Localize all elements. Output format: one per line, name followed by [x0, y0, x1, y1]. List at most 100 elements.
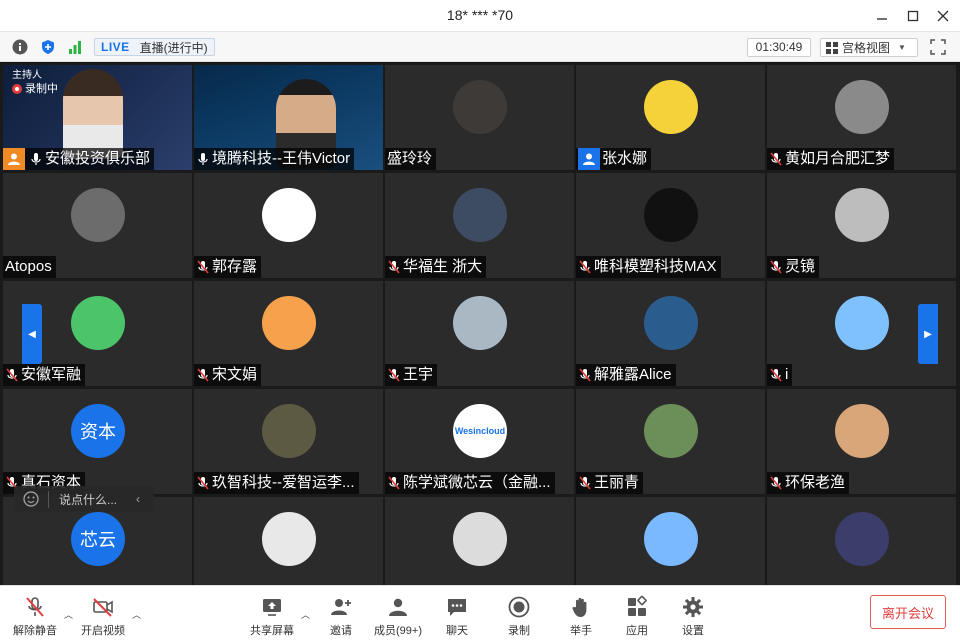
- participant-tile[interactable]: Atopos: [3, 173, 192, 278]
- chevron-left-icon: ◀: [28, 328, 36, 340]
- raise-hand-label: 举手: [570, 625, 592, 637]
- participant-name-bar: 环保老渔: [767, 472, 850, 494]
- participant-tile[interactable]: 盛玲玲: [385, 65, 574, 170]
- fullscreen-button[interactable]: [930, 39, 946, 55]
- participant-tile[interactable]: [385, 497, 574, 585]
- prev-page-button[interactable]: ◀: [22, 304, 42, 364]
- participant-tile[interactable]: 王宇: [385, 281, 574, 386]
- minimize-icon: [877, 18, 887, 20]
- participant-name: Atopos: [5, 258, 52, 275]
- participant-tile[interactable]: 环保老渔: [767, 389, 956, 494]
- apps-icon: [624, 594, 650, 620]
- participant-tile[interactable]: 黄如月合肥汇梦: [767, 65, 956, 170]
- unmute-button[interactable]: 解除静音: [12, 594, 58, 638]
- participant-avatar: [262, 188, 316, 242]
- members-label: 成员(99+): [374, 625, 422, 637]
- participant-tile[interactable]: [576, 497, 765, 585]
- chat-button[interactable]: 聊天: [440, 594, 474, 638]
- participant-name: 王宇: [403, 366, 434, 383]
- recording-label: 录制中: [25, 83, 58, 95]
- participant-name-bar: 张水娜: [576, 148, 652, 170]
- mic-muted-icon: [22, 594, 48, 620]
- participant-tile[interactable]: 境腾科技--王伟Victor: [194, 65, 383, 170]
- chevron-down-icon: ▼: [898, 43, 906, 52]
- signal-strength-icon[interactable]: [66, 38, 84, 56]
- chat-placeholder: 说点什么...: [48, 490, 136, 508]
- unmute-label: 解除静音: [13, 625, 57, 637]
- close-button[interactable]: [932, 6, 954, 26]
- participant-avatar: 芯云: [71, 512, 125, 566]
- participant-avatar: [262, 512, 316, 566]
- settings-button[interactable]: 设置: [676, 594, 710, 638]
- participant-tile[interactable]: 主持人 录制中 安徽投资俱乐部: [3, 65, 192, 170]
- participant-avatar: [262, 404, 316, 458]
- chevron-right-icon: ▶: [924, 328, 932, 340]
- share-screen-icon: [259, 594, 285, 620]
- maximize-button[interactable]: [902, 6, 924, 26]
- participant-name: 解雅露Alice: [594, 366, 672, 383]
- participant-tile[interactable]: 灵镜: [767, 173, 956, 278]
- mic-muted-icon: [194, 472, 212, 494]
- avatar-text: Wesincloud: [454, 426, 506, 436]
- view-mode-select[interactable]: 宫格视图 ▼: [820, 38, 918, 57]
- members-button[interactable]: 成员(99+): [370, 594, 426, 638]
- participant-avatar: [453, 296, 507, 350]
- share-screen-button[interactable]: 共享屏幕: [248, 594, 296, 638]
- record-label: 录制: [508, 625, 530, 637]
- emoji-icon[interactable]: [14, 491, 48, 507]
- participant-tile[interactable]: [767, 497, 956, 585]
- minimize-button[interactable]: [871, 6, 893, 26]
- hand-icon: [568, 594, 594, 620]
- participant-tile[interactable]: 华福生 浙大: [385, 173, 574, 278]
- participant-name-bar: 王宇: [385, 364, 438, 386]
- share-options-chevron-icon[interactable]: ︿: [301, 608, 310, 621]
- participant-name-bar: 郭存露: [194, 256, 262, 278]
- info-icon[interactable]: [11, 38, 29, 56]
- next-page-button[interactable]: ▶: [918, 304, 938, 364]
- participant-avatar: [644, 404, 698, 458]
- user-icon: [578, 148, 600, 170]
- participant-tile[interactable]: 玖智科技--爱智运李...: [194, 389, 383, 494]
- invite-button[interactable]: 邀请: [324, 594, 358, 638]
- video-options-chevron-icon[interactable]: ︿: [132, 608, 141, 621]
- participant-avatar: [644, 296, 698, 350]
- participant-tile[interactable]: 郭存露: [194, 173, 383, 278]
- video-person: [63, 69, 123, 159]
- participant-tile[interactable]: 资本 真石资本: [3, 389, 192, 494]
- participant-name: 陈学斌微芯云（金融...: [403, 474, 551, 491]
- participant-avatar: [262, 296, 316, 350]
- share-screen-label: 共享屏幕: [250, 625, 294, 637]
- live-status-badge[interactable]: LIVE 直播(进行中): [94, 38, 215, 56]
- collapse-chevron-icon[interactable]: ‹: [136, 492, 154, 506]
- video-off-icon: [90, 594, 116, 620]
- audio-options-chevron-icon[interactable]: ︿: [64, 608, 73, 621]
- mic-muted-icon: [194, 364, 212, 386]
- participant-avatar: [71, 188, 125, 242]
- participant-name-bar: 灵镜: [767, 256, 820, 278]
- participant-tile[interactable]: 王丽青: [576, 389, 765, 494]
- apps-button[interactable]: 应用: [620, 594, 654, 638]
- participant-name-bar: 黄如月合肥汇梦: [767, 148, 895, 170]
- participant-tile[interactable]: 解雅露Alice: [576, 281, 765, 386]
- security-shield-icon[interactable]: [39, 38, 57, 56]
- start-video-label: 开启视频: [81, 625, 125, 637]
- participant-tile[interactable]: Wesincloud 陈学斌微芯云（金融...: [385, 389, 574, 494]
- start-video-button[interactable]: 开启视频: [80, 594, 126, 638]
- record-icon: [506, 594, 532, 620]
- participant-name: 安徽投资俱乐部: [45, 150, 151, 167]
- participant-avatar: [835, 188, 889, 242]
- grid-view-icon: [826, 41, 838, 54]
- leave-meeting-button[interactable]: 离开会议: [870, 595, 946, 629]
- mic-muted-icon: [385, 364, 403, 386]
- record-button[interactable]: 录制: [502, 594, 536, 638]
- participant-tile[interactable]: 张水娜: [576, 65, 765, 170]
- mic-muted-icon: [576, 256, 594, 278]
- recording-indicator: 录制中: [12, 83, 58, 95]
- live-tag: LIVE: [101, 40, 130, 54]
- mic-muted-icon: [767, 256, 785, 278]
- participant-tile[interactable]: 唯科模塑科技MAX: [576, 173, 765, 278]
- participant-tile[interactable]: 宋文娟: [194, 281, 383, 386]
- quick-chat-input[interactable]: 说点什么... ‹: [14, 486, 154, 512]
- participant-tile[interactable]: [194, 497, 383, 585]
- raise-hand-button[interactable]: 举手: [564, 594, 598, 638]
